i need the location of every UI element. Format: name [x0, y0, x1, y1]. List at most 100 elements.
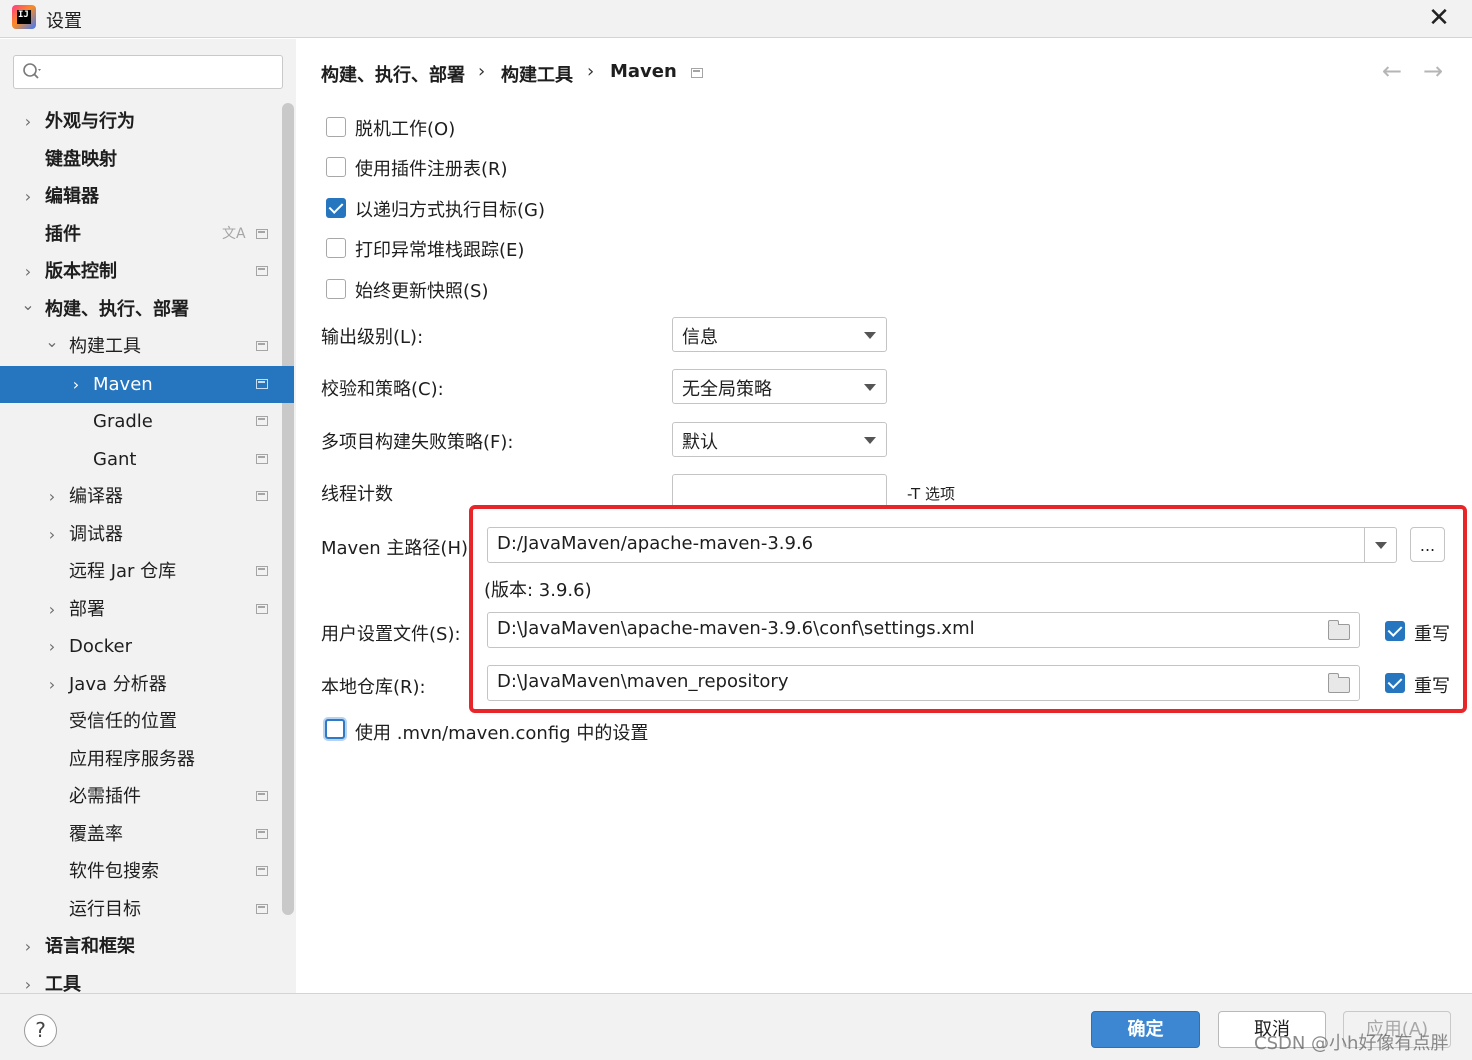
user-settings-value: D:\JavaMaven\apache-maven-3.9.6\conf\set…: [497, 618, 975, 639]
user-settings-label: 用户设置文件(S):: [321, 624, 461, 645]
back-arrow-icon[interactable]: ←: [1382, 57, 1402, 85]
user-settings-override-label: 重写: [1414, 624, 1450, 645]
sidebar-item[interactable]: Gradle: [0, 403, 294, 440]
sidebar-item-label: 应用程序服务器: [69, 748, 195, 770]
mvn-config-checkbox[interactable]: [325, 719, 345, 739]
search-input[interactable]: [13, 55, 283, 89]
chevron-right-icon[interactable]: ›: [20, 178, 36, 215]
chevron-down-icon: [864, 384, 876, 391]
update-snapshots-checkbox[interactable]: [326, 279, 346, 299]
mvn-config-label: 使用 .mvn/maven.config 中的设置: [355, 723, 649, 744]
sidebar-item-label: 构建工具: [69, 336, 141, 357]
breadcrumb-separator: ›: [478, 61, 486, 82]
close-icon[interactable]: ✕: [1424, 3, 1454, 33]
chevron-right-icon[interactable]: ›: [68, 366, 84, 403]
sidebar-item[interactable]: › Docker: [0, 628, 294, 665]
project-scope-icon: [256, 266, 268, 276]
sidebar-item[interactable]: › 部署: [0, 591, 294, 628]
sidebar-item[interactable]: › 版本控制: [0, 253, 294, 290]
search-icon: [23, 63, 41, 79]
breadcrumb-item[interactable]: 构建工具: [501, 61, 573, 87]
local-repo-label: 本地仓库(R):: [321, 677, 426, 698]
breadcrumb-item[interactable]: 构建、执行、部署: [321, 61, 465, 87]
forward-arrow-icon[interactable]: →: [1423, 57, 1443, 85]
work-offline-checkbox[interactable]: [326, 117, 346, 137]
sidebar-item[interactable]: 远程 Jar 仓库: [0, 553, 294, 590]
sidebar-item[interactable]: 必需插件: [0, 778, 294, 815]
maven-home-value: D:/JavaMaven/apache-maven-3.9.6: [497, 533, 814, 554]
chevron-right-icon[interactable]: ›: [20, 253, 36, 290]
sidebar-item[interactable]: 运行目标: [0, 891, 294, 928]
help-button[interactable]: ?: [24, 1014, 57, 1047]
user-settings-input[interactable]: D:\JavaMaven\apache-maven-3.9.6\conf\set…: [487, 612, 1360, 648]
sidebar-item[interactable]: 受信任的位置: [0, 703, 294, 740]
cancel-button[interactable]: 取消: [1218, 1011, 1326, 1048]
translate-icon: 文A: [222, 225, 246, 242]
sidebar-item[interactable]: Gant: [0, 441, 294, 478]
sidebar-item[interactable]: › Maven: [0, 365, 294, 403]
fail-policy-label: 多项目构建失败策略(F):: [321, 432, 514, 453]
thread-count-input[interactable]: [672, 474, 887, 509]
output-level-select[interactable]: 信息: [672, 317, 887, 352]
breadcrumb-separator: ›: [587, 61, 595, 82]
chevron-right-icon[interactable]: ›: [20, 928, 36, 965]
local-repo-input[interactable]: D:\JavaMaven\maven_repository: [487, 665, 1360, 701]
sidebar-item[interactable]: 软件包搜索: [0, 853, 294, 890]
chevron-right-icon[interactable]: ›: [44, 516, 60, 553]
sidebar-item[interactable]: 应用程序服务器: [0, 741, 294, 778]
chevron-down-icon: [864, 332, 876, 339]
sidebar-item-label: Gant: [93, 448, 137, 470]
fail-policy-select[interactable]: 默认: [672, 422, 887, 457]
sidebar-item[interactable]: › 语言和框架: [0, 928, 294, 965]
plugin-registry-checkbox[interactable]: [326, 157, 346, 177]
sidebar-item-label: 软件包搜索: [69, 861, 159, 882]
recursive-goals-checkbox[interactable]: [326, 198, 346, 218]
sidebar-item-label: 构建、执行、部署: [45, 298, 189, 320]
sidebar-item-label: 必需插件: [69, 786, 141, 807]
chevron-down-icon[interactable]: ⌄: [44, 323, 60, 360]
ok-button[interactable]: 确定: [1091, 1011, 1200, 1048]
sidebar-item-label: 外观与行为: [45, 111, 135, 132]
local-repo-override-checkbox[interactable]: [1385, 673, 1405, 693]
sidebar-item-label: Docker: [69, 636, 133, 657]
sidebar-item[interactable]: 插件 文A: [0, 216, 294, 253]
sidebar-item-label: 运行目标: [69, 898, 141, 920]
folder-icon[interactable]: [1327, 673, 1350, 693]
chevron-right-icon[interactable]: ›: [44, 591, 60, 628]
chevron-right-icon[interactable]: ›: [44, 478, 60, 515]
sidebar-item[interactable]: › Java 分析器: [0, 666, 294, 703]
sidebar-item-label: Gradle: [93, 411, 153, 432]
sidebar-item[interactable]: › 调试器: [0, 516, 294, 553]
sidebar-item[interactable]: ⌄ 构建、执行、部署: [0, 291, 294, 328]
chevron-right-icon[interactable]: ›: [44, 628, 60, 665]
sidebar-item[interactable]: 键盘映射: [0, 141, 294, 178]
sidebar-item[interactable]: 覆盖率: [0, 816, 294, 853]
user-settings-override-checkbox[interactable]: [1385, 621, 1405, 641]
dialog-footer: ? 确定 取消 应用(A): [0, 993, 1472, 1060]
apply-button[interactable]: 应用(A): [1343, 1011, 1451, 1048]
sidebar-item[interactable]: › 编译器: [0, 478, 294, 515]
sidebar-item[interactable]: › 编辑器: [0, 178, 294, 215]
chevron-right-icon[interactable]: ›: [44, 666, 60, 703]
folder-icon[interactable]: [1327, 620, 1350, 640]
maven-home-combobox[interactable]: D:/JavaMaven/apache-maven-3.9.6: [487, 527, 1397, 563]
thread-count-label: 线程计数: [321, 484, 393, 505]
checksum-policy-select[interactable]: 无全局策略: [672, 369, 887, 404]
maven-home-dropdown-button[interactable]: [1364, 528, 1397, 562]
project-scope-icon: [256, 228, 268, 239]
maven-home-browse-button[interactable]: ...: [1410, 527, 1445, 562]
sidebar-item-label: 编辑器: [45, 186, 99, 207]
sidebar-item[interactable]: › 外观与行为: [0, 103, 294, 140]
checksum-policy-value: 无全局策略: [682, 379, 772, 400]
stack-trace-checkbox[interactable]: [326, 238, 346, 258]
intellij-idea-icon: IJ: [12, 5, 36, 29]
chevron-down-icon[interactable]: ⌄: [20, 286, 36, 323]
chevron-right-icon[interactable]: ›: [20, 103, 36, 140]
sidebar-item[interactable]: ⌄ 构建工具: [0, 328, 294, 365]
window-title: 设置: [46, 11, 82, 32]
sidebar-item-label: 键盘映射: [45, 148, 117, 170]
sidebar-item-label: 语言和框架: [45, 936, 135, 957]
project-scope-icon: [256, 903, 268, 914]
plugin-registry-label: 使用插件注册表(R): [355, 159, 508, 180]
sidebar-item-label: 部署: [69, 598, 105, 620]
